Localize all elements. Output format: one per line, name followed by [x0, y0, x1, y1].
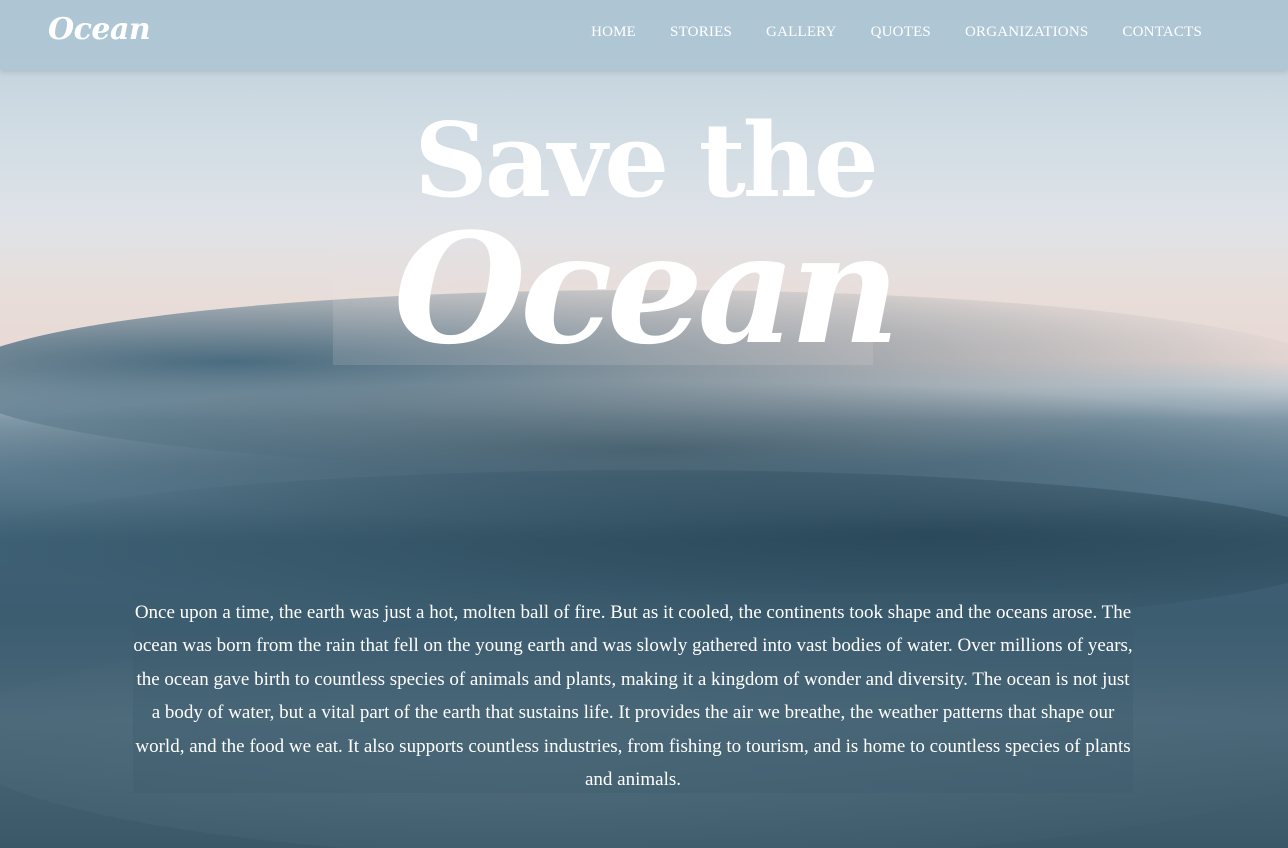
nav-stories-link[interactable]: STORIES	[670, 24, 732, 41]
site-logo[interactable]: Ocean	[48, 12, 151, 47]
hero-title-line2: Ocean	[393, 199, 901, 378]
nav-home-link[interactable]: HOME	[591, 24, 636, 41]
main-nav: HOME STORIES GALLERY QUOTES ORGANIZATION…	[557, 24, 1202, 41]
nav-contacts-link[interactable]: CONTACTS	[1122, 24, 1202, 41]
nav-organizations-link[interactable]: ORGANIZATIONS	[965, 24, 1088, 41]
nav-quotes-link[interactable]: QUOTES	[871, 24, 931, 41]
intro-paragraph: Once upon a time, the earth was just a h…	[133, 602, 1133, 791]
top-navbar: Ocean HOME STORIES GALLERY QUOTES ORGANI…	[0, 0, 1288, 70]
nav-gallery-link[interactable]: GALLERY	[766, 24, 837, 41]
